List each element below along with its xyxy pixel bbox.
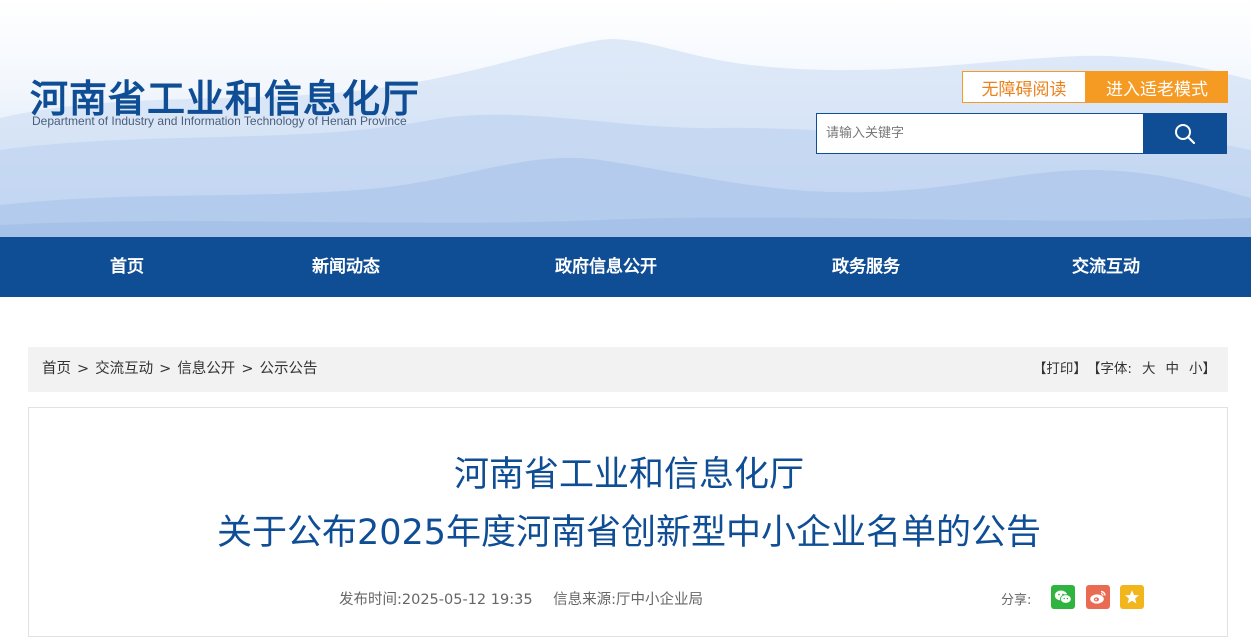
- share-label: 分享:: [1001, 593, 1032, 608]
- breadcrumb: 首页 > 交流互动 > 信息公开 > 公示公告: [42, 347, 317, 392]
- site-header: 河南省工业和信息化厅 Department of Industry and In…: [0, 0, 1251, 237]
- font-size-bracket: 】: [1202, 361, 1217, 377]
- breadcrumb-item-notice[interactable]: 公示公告: [259, 347, 317, 392]
- breadcrumb-item-info[interactable]: 信息公开: [177, 347, 235, 392]
- wechat-icon: [1054, 590, 1072, 604]
- breadcrumb-item-home[interactable]: 首页: [42, 347, 71, 392]
- article-panel: 河南省工业和信息化厅 关于公布2025年度河南省创新型中小企业名单的公告 发布时…: [28, 407, 1228, 637]
- breadcrumb-separator: >: [77, 361, 90, 377]
- breadcrumb-bar: 首页 > 交流互动 > 信息公开 > 公示公告 【打印】 【字体: 大 中 小 …: [28, 347, 1228, 392]
- breadcrumb-separator: >: [241, 361, 254, 377]
- font-medium-button[interactable]: 中: [1166, 347, 1180, 392]
- search-icon: [1175, 123, 1196, 144]
- main-nav: 首页 新闻动态 政府信息公开 政务服务 交流互动: [0, 237, 1251, 297]
- accessible-reading-button[interactable]: 无障碍阅读: [962, 71, 1086, 103]
- share-favorite-button[interactable]: [1120, 585, 1144, 609]
- nav-item-gov-info[interactable]: 政府信息公开: [555, 237, 657, 297]
- font-size-label: 【字体:: [1086, 361, 1132, 377]
- share-wechat-button[interactable]: [1051, 585, 1075, 609]
- share-weibo-button[interactable]: [1086, 585, 1110, 609]
- nav-item-news[interactable]: 新闻动态: [312, 237, 380, 297]
- search-input[interactable]: [816, 113, 1144, 154]
- nav-item-home[interactable]: 首页: [110, 237, 144, 297]
- elder-mode-button[interactable]: 进入适老模式: [1086, 71, 1228, 103]
- print-button[interactable]: 【打印】: [1033, 347, 1087, 392]
- breadcrumb-separator: >: [159, 361, 172, 377]
- article-title-line2: 关于公布2025年度河南省创新型中小企业名单的公告: [216, 513, 1042, 553]
- font-small-button[interactable]: 小: [1189, 347, 1203, 392]
- site-subtitle: Department of Industry and Information T…: [32, 114, 407, 128]
- search-button[interactable]: [1143, 113, 1227, 154]
- page-tools: 【打印】 【字体: 大 中 小 】: [1033, 347, 1216, 392]
- nav-item-interaction[interactable]: 交流互动: [1072, 237, 1140, 297]
- font-large-button[interactable]: 大: [1142, 347, 1156, 392]
- info-source: 信息来源:厅中小企业局: [553, 592, 704, 608]
- weibo-icon: [1090, 590, 1106, 604]
- article-meta: 发布时间:2025-05-12 19:35 信息来源:厅中小企业局: [339, 588, 703, 609]
- nav-item-services[interactable]: 政务服务: [832, 237, 900, 297]
- publish-time: 发布时间:2025-05-12 19:35: [339, 592, 533, 608]
- breadcrumb-item-interaction[interactable]: 交流互动: [95, 347, 153, 392]
- star-icon: [1125, 590, 1139, 604]
- article-title-line1: 河南省工业和信息化厅: [453, 455, 804, 495]
